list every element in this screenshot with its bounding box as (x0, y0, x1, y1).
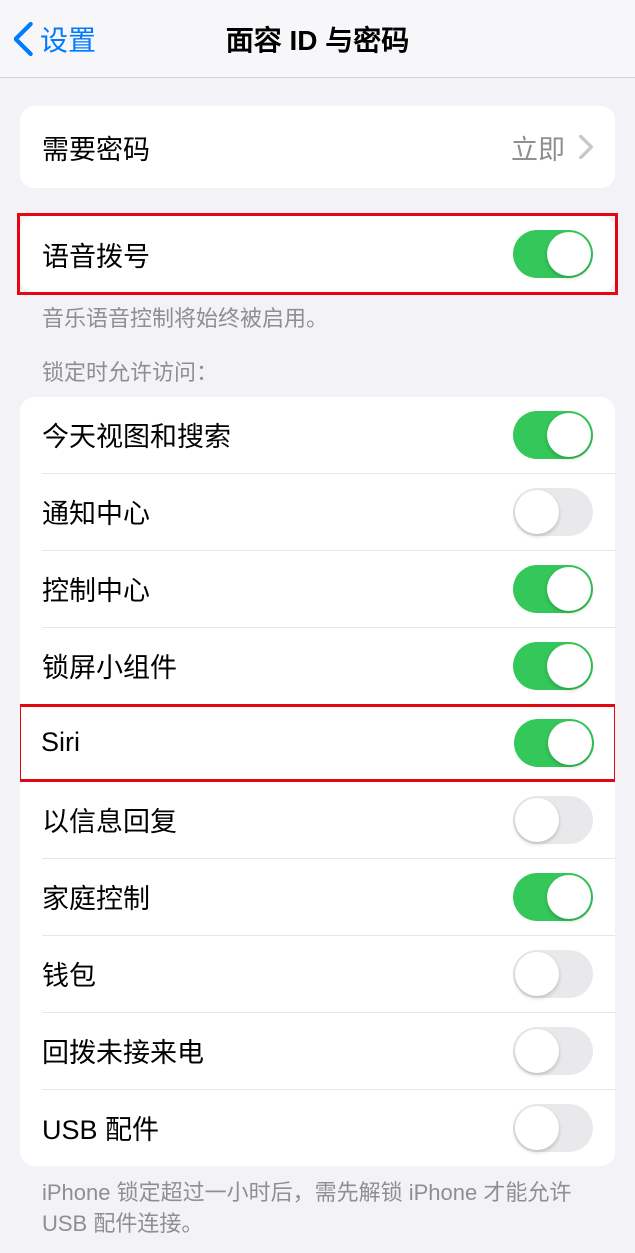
back-button[interactable]: 设置 (0, 19, 96, 59)
lock-access-toggle[interactable] (513, 1027, 593, 1075)
lock-access-toggle[interactable] (513, 873, 593, 921)
lock-access-label: 控制中心 (42, 569, 150, 608)
lock-access-label: Siri (41, 727, 80, 758)
chevron-right-icon (579, 135, 593, 159)
voice-dial-footer: 音乐语音控制将始终被启用。 (20, 292, 615, 335)
voice-dial-label: 语音拨号 (42, 235, 150, 274)
voice-dial-row: 语音拨号 (20, 216, 615, 292)
lock-access-row: 今天视图和搜索 (20, 397, 615, 473)
lock-access-row: 锁屏小组件 (20, 628, 615, 704)
back-label: 设置 (40, 19, 96, 59)
lock-access-row: Siri (20, 705, 615, 781)
lock-access-toggle[interactable] (513, 1104, 593, 1152)
require-passcode-row[interactable]: 需要密码 立即 (20, 106, 615, 188)
lock-access-row: 回拨未接来电 (20, 1013, 615, 1089)
lock-access-toggle[interactable] (513, 411, 593, 459)
lock-access-label: 通知中心 (42, 492, 150, 531)
lock-access-toggle[interactable] (513, 488, 593, 536)
lock-access-footer: iPhone 锁定超过一小时后，需先解锁 iPhone 才能允许 USB 配件连… (20, 1166, 615, 1240)
lock-access-toggle[interactable] (514, 719, 594, 767)
lock-access-row: 家庭控制 (20, 859, 615, 935)
lock-access-label: 家庭控制 (42, 877, 150, 916)
lock-access-label: 回拨未接来电 (42, 1031, 204, 1070)
lock-access-header: 锁定时允许访问： (20, 355, 615, 397)
lock-access-row: 控制中心 (20, 551, 615, 627)
require-passcode-label: 需要密码 (42, 128, 150, 167)
lock-access-label: 锁屏小组件 (42, 646, 177, 685)
lock-access-toggle[interactable] (513, 565, 593, 613)
lock-access-label: 以信息回复 (42, 800, 177, 839)
voice-dial-section: 语音拨号 (20, 216, 615, 292)
voice-dial-toggle[interactable] (513, 230, 593, 278)
navbar: 设置 面容 ID 与密码 (0, 0, 635, 78)
lock-access-row: 钱包 (20, 936, 615, 1012)
lock-access-label: USB 配件 (42, 1108, 159, 1147)
lock-access-label: 钱包 (42, 954, 96, 993)
lock-access-label: 今天视图和搜索 (42, 415, 231, 454)
lock-access-row: 通知中心 (20, 474, 615, 550)
lock-access-row: USB 配件 (20, 1090, 615, 1166)
lock-access-toggle[interactable] (513, 950, 593, 998)
back-chevron-icon (14, 22, 34, 56)
lock-access-toggle[interactable] (513, 642, 593, 690)
lock-access-toggle[interactable] (513, 796, 593, 844)
lock-access-row: 以信息回复 (20, 782, 615, 858)
lock-access-group: 今天视图和搜索通知中心控制中心锁屏小组件 Siri 以信息回复家庭控制钱包回拨未接来… (20, 397, 615, 1166)
require-passcode-value: 立即 (511, 128, 565, 167)
